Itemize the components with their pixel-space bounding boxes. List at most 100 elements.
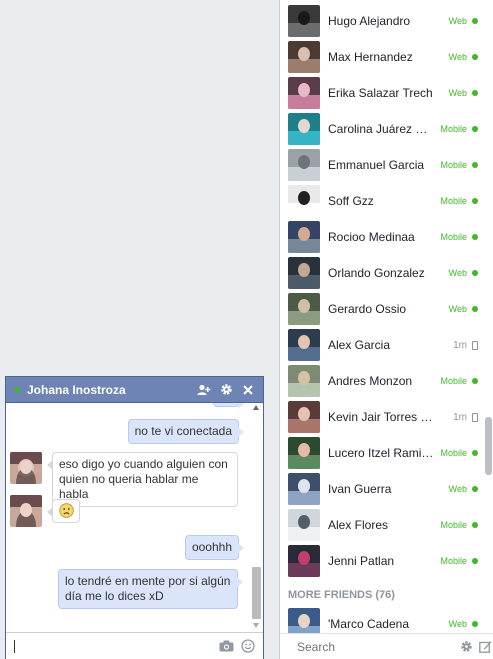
avatar[interactable] — [288, 77, 320, 109]
friend-row[interactable]: Ivan Guerra Web — [288, 471, 478, 507]
friend-name[interactable]: Jenni Patlan — [328, 554, 435, 568]
scroll-thumb[interactable] — [252, 567, 261, 619]
avatar[interactable] — [288, 5, 320, 37]
presence-label: Mobile — [440, 448, 467, 458]
friend-row[interactable]: Gerardo Ossio Web — [288, 291, 478, 327]
friend-status: Mobile — [440, 160, 478, 170]
friend-name[interactable]: Emmanuel Garcia — [328, 158, 435, 172]
message-bubble-me: no te vi conectada — [127, 419, 245, 444]
friend-name[interactable]: 'Marco Cadena — [328, 617, 435, 631]
friend-name[interactable]: Lucero Itzel Ramirez — [328, 446, 435, 460]
friend-row[interactable]: Rocioo Medinaa Mobile — [288, 219, 478, 255]
friend-row[interactable]: Max Hernandez Web — [288, 39, 478, 75]
friend-name[interactable]: Carolina Juárez Sandoval — [328, 122, 435, 136]
friend-name[interactable]: Alex Flores — [328, 518, 435, 532]
friend-row[interactable]: Soff Gzz Mobile — [288, 183, 478, 219]
avatar[interactable] — [288, 113, 320, 145]
chat-scrollbar[interactable] — [252, 403, 261, 632]
camera-icon[interactable] — [217, 637, 235, 655]
online-dot-icon — [472, 18, 478, 24]
avatar[interactable] — [288, 473, 320, 505]
scroll-up-icon[interactable] — [253, 405, 259, 410]
gear-icon[interactable] — [215, 379, 237, 401]
friend-row[interactable]: Alex Flores Mobile — [288, 507, 478, 543]
friend-name[interactable]: Ivan Guerra — [328, 482, 435, 496]
online-dot-icon — [472, 198, 478, 204]
presence-label: Web — [448, 88, 467, 98]
contact-avatar[interactable] — [10, 452, 42, 484]
avatar[interactable] — [288, 437, 320, 469]
avatar[interactable] — [288, 293, 320, 325]
avatar[interactable] — [288, 329, 320, 361]
chat-title[interactable]: Johana Inostroza — [27, 383, 193, 397]
avatar[interactable] — [288, 509, 320, 541]
friend-name[interactable]: Gerardo Ossio — [328, 302, 435, 316]
presence-label: Mobile — [440, 196, 467, 206]
friend-name[interactable]: Hugo Alejandro — [328, 14, 435, 28]
avatar[interactable] — [288, 401, 320, 433]
friend-status: Mobile — [440, 232, 478, 242]
compose-icon[interactable] — [479, 638, 492, 656]
avatar[interactable] — [288, 545, 320, 577]
contact-avatar[interactable] — [10, 495, 42, 527]
avatar[interactable] — [288, 365, 320, 397]
search-input[interactable] — [295, 638, 454, 655]
presence-label: Web — [448, 619, 467, 629]
friend-name[interactable]: Rocioo Medinaa — [328, 230, 435, 244]
sidebar-scrollbar-thumb[interactable] — [485, 417, 492, 475]
gear-icon[interactable] — [460, 638, 473, 656]
friend-status: Mobile — [440, 520, 478, 530]
message-input[interactable] — [17, 638, 213, 654]
chat-input-bar — [6, 632, 263, 659]
friend-status: Web — [449, 88, 478, 98]
friend-row[interactable]: Erika Salazar Trech Web — [288, 75, 478, 111]
online-dot-icon — [472, 162, 478, 168]
online-dot-icon — [472, 486, 478, 492]
online-dot-icon — [472, 54, 478, 60]
friend-status: Web — [449, 16, 478, 26]
add-friend-icon[interactable] — [193, 379, 215, 401]
sidebar-search-bar — [280, 633, 493, 659]
avatar[interactable] — [288, 221, 320, 253]
friend-row[interactable]: Alex Garcia 1m — [288, 327, 478, 363]
message-text: eso digo yo cuando alguien con quien no … — [59, 457, 228, 501]
friend-status: Mobile — [440, 556, 478, 566]
friend-row[interactable]: Lucero Itzel Ramirez Mobile — [288, 435, 478, 471]
last-active-time: 1m — [453, 411, 467, 423]
friend-row[interactable]: Andres Monzon Mobile — [288, 363, 478, 399]
chat-header[interactable]: Johana Inostroza — [6, 377, 263, 403]
friend-name[interactable]: Alex Garcia — [328, 338, 435, 352]
emoticon-icon[interactable] — [239, 637, 257, 655]
friend-status: Mobile — [440, 124, 478, 134]
scroll-down-icon[interactable] — [253, 623, 259, 628]
message-bubble-me: ooohhh — [184, 535, 245, 560]
close-icon[interactable] — [237, 379, 259, 401]
online-dot-icon — [472, 522, 478, 528]
friend-row[interactable]: Kevin Jair Torres Martinez 1m — [288, 399, 478, 435]
friend-row[interactable]: Orlando Gonzalez Web — [288, 255, 478, 291]
friend-row[interactable]: Hugo Alejandro Web — [288, 3, 478, 39]
friend-status: 1m — [453, 412, 478, 423]
avatar[interactable] — [288, 257, 320, 289]
friend-name[interactable]: Max Hernandez — [328, 50, 435, 64]
presence-label: Web — [448, 52, 467, 62]
friend-status: Web — [449, 268, 478, 278]
avatar[interactable] — [288, 185, 320, 217]
mobile-phone-icon — [472, 412, 478, 422]
friend-name[interactable]: Kevin Jair Torres Martinez — [328, 410, 435, 424]
mobile-phone-icon — [472, 340, 478, 350]
friend-name[interactable]: Soff Gzz — [328, 194, 435, 208]
friend-name[interactable]: Erika Salazar Trech — [328, 86, 435, 100]
friend-row[interactable]: Emmanuel Garcia Mobile — [288, 147, 478, 183]
avatar[interactable] — [288, 41, 320, 73]
friend-name[interactable]: Andres Monzon — [328, 374, 435, 388]
online-dot-icon — [472, 558, 478, 564]
chat-sidebar: Hugo Alejandro Web Max Hernandez Web Erika S… — [279, 0, 493, 659]
presence-label: Mobile — [440, 520, 467, 530]
chat-conversation[interactable]: no te vi conectada eso digo yo cuando al… — [6, 403, 263, 632]
friend-status: Web — [449, 52, 478, 62]
friend-row[interactable]: Jenni Patlan Mobile — [288, 543, 478, 579]
friend-row[interactable]: Carolina Juárez Sandoval Mobile — [288, 111, 478, 147]
friend-name[interactable]: Orlando Gonzalez — [328, 266, 435, 280]
avatar[interactable] — [288, 149, 320, 181]
